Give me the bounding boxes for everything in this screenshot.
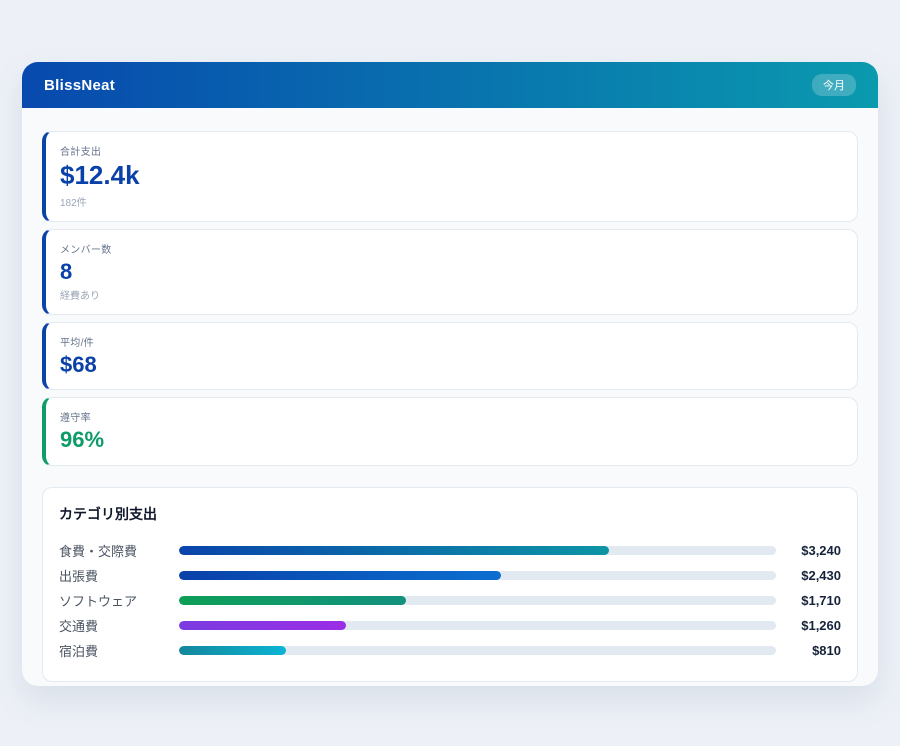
stat-value: 8 (60, 259, 841, 284)
dashboard-window: BlissNeat 今月 合計支出 $12.4k 182件 メンバー数 8 経費… (22, 62, 878, 686)
stat-label: 遵守率 (60, 409, 841, 424)
bar-fill (179, 621, 346, 630)
category-spend-card: カテゴリ別支出 食費・交際費 $3,240 出張費 $2,430 ソフトウェア … (42, 487, 858, 682)
stat-sub: 182件 (60, 194, 841, 209)
category-row: 交通費 $1,260 (59, 613, 841, 638)
category-row: ソフトウェア $1,710 (59, 588, 841, 613)
stat-label: 合計支出 (60, 143, 841, 158)
stat-card-total-spend: 合計支出 $12.4k 182件 (42, 131, 858, 222)
bar-track (179, 596, 776, 605)
bar-fill (179, 546, 609, 555)
app-title: BlissNeat (44, 77, 115, 94)
category-value: $810 (786, 643, 841, 658)
category-label: 交通費 (59, 616, 179, 635)
stat-label: メンバー数 (60, 241, 841, 256)
stat-sub: 経費あり (60, 287, 841, 302)
stat-card-average-per-item: 平均/件 $68 (42, 322, 858, 390)
category-label: 出張費 (59, 566, 179, 585)
category-value: $1,260 (786, 618, 841, 633)
bar-fill (179, 646, 286, 655)
bar-track (179, 546, 776, 555)
stat-value: 96% (60, 427, 841, 452)
category-label: ソフトウェア (59, 591, 179, 610)
category-label: 宿泊費 (59, 641, 179, 660)
stat-value: $12.4k (60, 161, 841, 191)
bar-track (179, 646, 776, 655)
stat-value: $68 (60, 352, 841, 377)
category-row: 食費・交際費 $3,240 (59, 538, 841, 563)
stat-card-compliance-rate: 遵守率 96% (42, 397, 858, 465)
category-label: 食費・交際費 (59, 541, 179, 560)
app-header: BlissNeat 今月 (22, 62, 878, 108)
category-value: $2,430 (786, 568, 841, 583)
period-badge[interactable]: 今月 (812, 74, 856, 96)
dashboard-content: 合計支出 $12.4k 182件 メンバー数 8 経費あり 平均/件 $68 遵… (22, 108, 878, 686)
category-card-title: カテゴリ別支出 (59, 504, 841, 524)
bar-fill (179, 596, 406, 605)
stat-card-member-count: メンバー数 8 経費あり (42, 229, 858, 315)
category-row: 出張費 $2,430 (59, 563, 841, 588)
category-row: 宿泊費 $810 (59, 638, 841, 663)
stat-label: 平均/件 (60, 334, 841, 349)
category-value: $1,710 (786, 593, 841, 608)
bar-track (179, 621, 776, 630)
bar-fill (179, 571, 501, 580)
bar-track (179, 571, 776, 580)
category-value: $3,240 (786, 543, 841, 558)
